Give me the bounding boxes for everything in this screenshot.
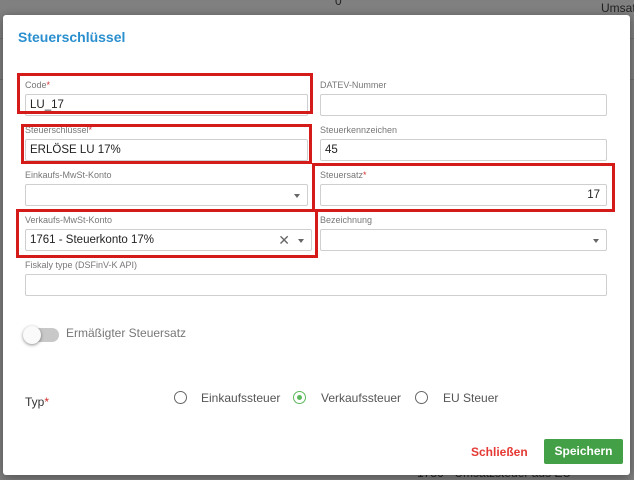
datev-input[interactable] <box>320 94 607 116</box>
radio-purchase-tax[interactable] <box>174 391 187 404</box>
tax-code-field: Steuerkennzeichen 45 <box>320 125 607 161</box>
description-field: Bezeichnung <box>320 215 607 251</box>
radio-selected-dot <box>296 394 302 400</box>
purchase-vat-account-label: Einkaufs-MwSt-Konto <box>25 170 112 180</box>
save-button[interactable]: Speichern <box>544 439 623 464</box>
highlight-box <box>312 163 615 212</box>
toggle-knob <box>23 326 41 344</box>
fiskaly-type-input[interactable] <box>25 274 607 296</box>
fiskaly-type-field: Fiskaly type (DSFinV-K API) <box>25 260 607 296</box>
description-label: Bezeichnung <box>320 215 373 225</box>
purchase-vat-account-field: Einkaufs-MwSt-Konto <box>25 170 308 206</box>
description-select[interactable] <box>320 229 607 251</box>
radio-sales-tax[interactable] <box>293 391 306 404</box>
radio-eu-tax[interactable] <box>415 391 428 404</box>
background-text: Umsat <box>601 1 634 15</box>
type-label: Typ* <box>25 395 50 409</box>
dialog-title: Steuerschlüssel <box>18 29 126 45</box>
close-button[interactable]: Schließen <box>471 445 528 459</box>
chevron-down-icon[interactable] <box>593 239 599 243</box>
highlight-box <box>21 124 312 164</box>
tax-code-input[interactable]: 45 <box>320 139 607 161</box>
tax-code-label: Steuerkennzeichen <box>320 125 398 135</box>
purchase-vat-account-select[interactable] <box>25 184 308 206</box>
highlight-box <box>16 209 318 258</box>
radio-sales-tax-label[interactable]: Verkaufssteuer <box>321 391 401 405</box>
tax-code-value: 45 <box>325 144 338 156</box>
tax-key-dialog: Steuerschlüssel Code* LU_17 DATEV-Nummer… <box>3 15 630 475</box>
datev-label: DATEV-Nummer <box>320 80 387 90</box>
reduced-rate-toggle[interactable] <box>23 326 59 344</box>
datev-field: DATEV-Nummer <box>320 80 607 116</box>
radio-purchase-tax-label[interactable]: Einkaufssteuer <box>201 391 280 405</box>
background-text: 0 <box>335 0 342 8</box>
highlight-box <box>17 73 313 114</box>
chevron-down-icon[interactable] <box>294 194 300 198</box>
reduced-rate-label: Ermäßigter Steuersatz <box>66 326 187 340</box>
radio-eu-tax-label[interactable]: EU Steuer <box>443 391 498 405</box>
fiskaly-type-label: Fiskaly type (DSFinV-K API) <box>25 260 138 270</box>
